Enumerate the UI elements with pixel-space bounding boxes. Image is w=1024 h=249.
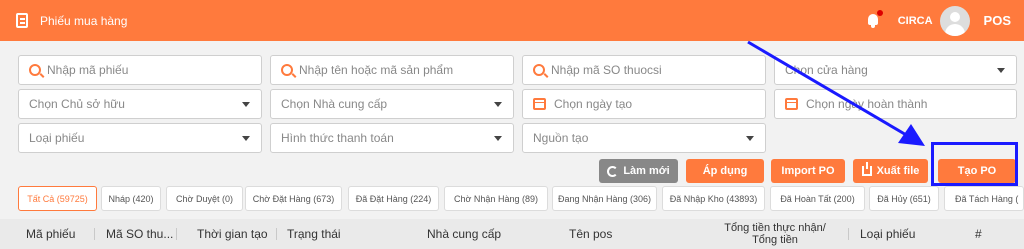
import-po-button[interactable]: Import PO xyxy=(771,159,845,183)
completed-date-picker[interactable]: Chọn ngày hoàn thành xyxy=(774,89,1017,119)
source-select[interactable]: Nguồn tạo xyxy=(522,123,766,153)
tab-all[interactable]: Tất Cả (59725) xyxy=(18,186,97,211)
refresh-button[interactable]: Làm mới xyxy=(599,159,678,183)
column-total-label: Tổng tiền xyxy=(752,234,798,246)
chevron-down-icon xyxy=(494,102,502,107)
column-total-amount[interactable]: Tổng tiền thực nhận/ Tổng tiền xyxy=(722,219,828,249)
import-label: Import PO xyxy=(781,165,835,177)
search-icon xyxy=(29,64,41,76)
chevron-down-icon xyxy=(746,136,754,141)
tab-in-stock[interactable]: Đã Nhập Kho (43893) xyxy=(662,186,765,211)
column-ticket-type[interactable]: Loại phiếu xyxy=(860,219,915,249)
annotation-highlight-box xyxy=(931,142,1018,186)
chevron-down-icon xyxy=(242,102,250,107)
column-divider xyxy=(276,228,277,240)
export-file-button[interactable]: Xuất file xyxy=(853,159,928,183)
column-created-time[interactable]: Thời gian tạo xyxy=(197,219,268,249)
created-date-placeholder: Chọn ngày tạo xyxy=(554,97,633,111)
completed-date-placeholder: Chọn ngày hoàn thành xyxy=(806,97,928,111)
refresh-label: Làm mới xyxy=(623,165,670,177)
tab-label: Đã Hoàn Tất (200) xyxy=(780,193,855,204)
user-name[interactable]: CIRCA xyxy=(898,15,933,27)
header-right: CIRCA POS xyxy=(866,0,1024,41)
tab-receiving[interactable]: Đang Nhận Hàng (306) xyxy=(552,186,657,211)
product-search-placeholder: Nhập tên hoặc mã sản phẩm xyxy=(299,63,454,77)
search-icon xyxy=(533,64,545,76)
notification-dot xyxy=(876,10,883,16)
export-label: Xuất file xyxy=(876,165,920,177)
tab-label: Nháp (420) xyxy=(108,193,154,204)
tab-split[interactable]: Đã Tách Hàng ( xyxy=(944,186,1024,211)
tab-cancelled[interactable]: Đã Hủy (651) xyxy=(869,186,939,211)
apply-label: Áp dụng xyxy=(702,165,748,177)
column-divider xyxy=(848,228,849,240)
column-status[interactable]: Trạng thái xyxy=(287,219,341,249)
pos-label[interactable]: POS xyxy=(984,13,1011,28)
page-title: Phiếu mua hàng xyxy=(40,13,128,28)
tab-waiting-order[interactable]: Chờ Đặt Hàng (673) xyxy=(245,186,342,211)
notification-bell-icon[interactable] xyxy=(866,10,883,28)
so-code-search-input[interactable]: Nhập mã SO thuocsi xyxy=(522,55,766,85)
table-header: Mã phiếu Mã SO thu... Thời gian tạo Trạn… xyxy=(0,219,1024,249)
download-icon xyxy=(861,162,872,176)
tab-label: Đang Nhận Hàng (306) xyxy=(557,193,652,204)
column-supplier[interactable]: Nhà cung cấp xyxy=(427,219,501,249)
apply-button[interactable]: Áp dụng xyxy=(686,159,764,183)
calendar-icon xyxy=(533,98,546,110)
created-date-picker[interactable]: Chọn ngày tạo xyxy=(522,89,766,119)
supplier-select[interactable]: Chọn Nhà cung cấp xyxy=(270,89,514,119)
chevron-down-icon xyxy=(494,136,502,141)
refresh-icon xyxy=(607,165,619,177)
tab-waiting-receive[interactable]: Chờ Nhận Hàng (89) xyxy=(444,186,548,211)
tab-label: Chờ Duyệt (0) xyxy=(176,193,233,204)
owner-select[interactable]: Chọn Chủ sở hữu xyxy=(18,89,262,119)
app-header: Phiếu mua hàng CIRCA POS xyxy=(0,0,1024,41)
source-select-placeholder: Nguồn tạo xyxy=(533,131,589,145)
payment-method-placeholder: Hình thức thanh toán xyxy=(281,131,394,145)
ticket-code-placeholder: Nhập mã phiếu xyxy=(47,63,129,77)
tab-draft[interactable]: Nháp (420) xyxy=(101,186,161,211)
ticket-type-placeholder: Loại phiếu xyxy=(29,131,85,145)
tab-ordered[interactable]: Đã Đặt Hàng (224) xyxy=(348,186,439,211)
column-total-received-label: Tổng tiền thực nhận/ xyxy=(724,222,826,234)
column-divider xyxy=(94,228,95,240)
tab-label: Đã Tách Hàng ( xyxy=(955,193,1019,204)
tab-label: Đã Nhập Kho (43893) xyxy=(669,193,758,204)
tab-pending-approval[interactable]: Chờ Duyệt (0) xyxy=(166,186,243,211)
owner-select-placeholder: Chọn Chủ sở hữu xyxy=(29,97,125,111)
chevron-down-icon xyxy=(242,136,250,141)
supplier-select-placeholder: Chọn Nhà cung cấp xyxy=(281,97,388,111)
ticket-code-search-input[interactable]: Nhập mã phiếu xyxy=(18,55,262,85)
product-search-input[interactable]: Nhập tên hoặc mã sản phẩm xyxy=(270,55,514,85)
chevron-down-icon xyxy=(997,68,1005,73)
ticket-type-select[interactable]: Loại phiếu xyxy=(18,123,262,153)
tab-label: Chờ Nhận Hàng (89) xyxy=(454,193,538,204)
store-select-placeholder: Chọn cửa hàng xyxy=(785,63,868,77)
payment-method-select[interactable]: Hình thức thanh toán xyxy=(270,123,514,153)
tab-label: Tất Cả (59725) xyxy=(27,193,88,204)
avatar[interactable] xyxy=(939,5,970,36)
tab-label: Đã Đặt Hàng (224) xyxy=(355,193,432,204)
so-code-placeholder: Nhập mã SO thuocsi xyxy=(551,63,662,77)
tab-label: Chờ Đặt Hàng (673) xyxy=(252,193,335,204)
column-divider xyxy=(176,228,177,240)
tab-label: Đã Hủy (651) xyxy=(877,193,931,204)
column-pos-name[interactable]: Tên pos xyxy=(569,219,612,249)
column-ticket-code[interactable]: Mã phiếu xyxy=(26,219,75,249)
column-so-code[interactable]: Mã SO thu... xyxy=(106,219,173,249)
tab-completed[interactable]: Đã Hoàn Tất (200) xyxy=(770,186,865,211)
calendar-icon xyxy=(785,98,798,110)
search-icon xyxy=(281,64,293,76)
store-select[interactable]: Chọn cửa hàng xyxy=(774,55,1017,85)
column-actions: # xyxy=(975,227,982,241)
document-icon xyxy=(16,13,28,28)
